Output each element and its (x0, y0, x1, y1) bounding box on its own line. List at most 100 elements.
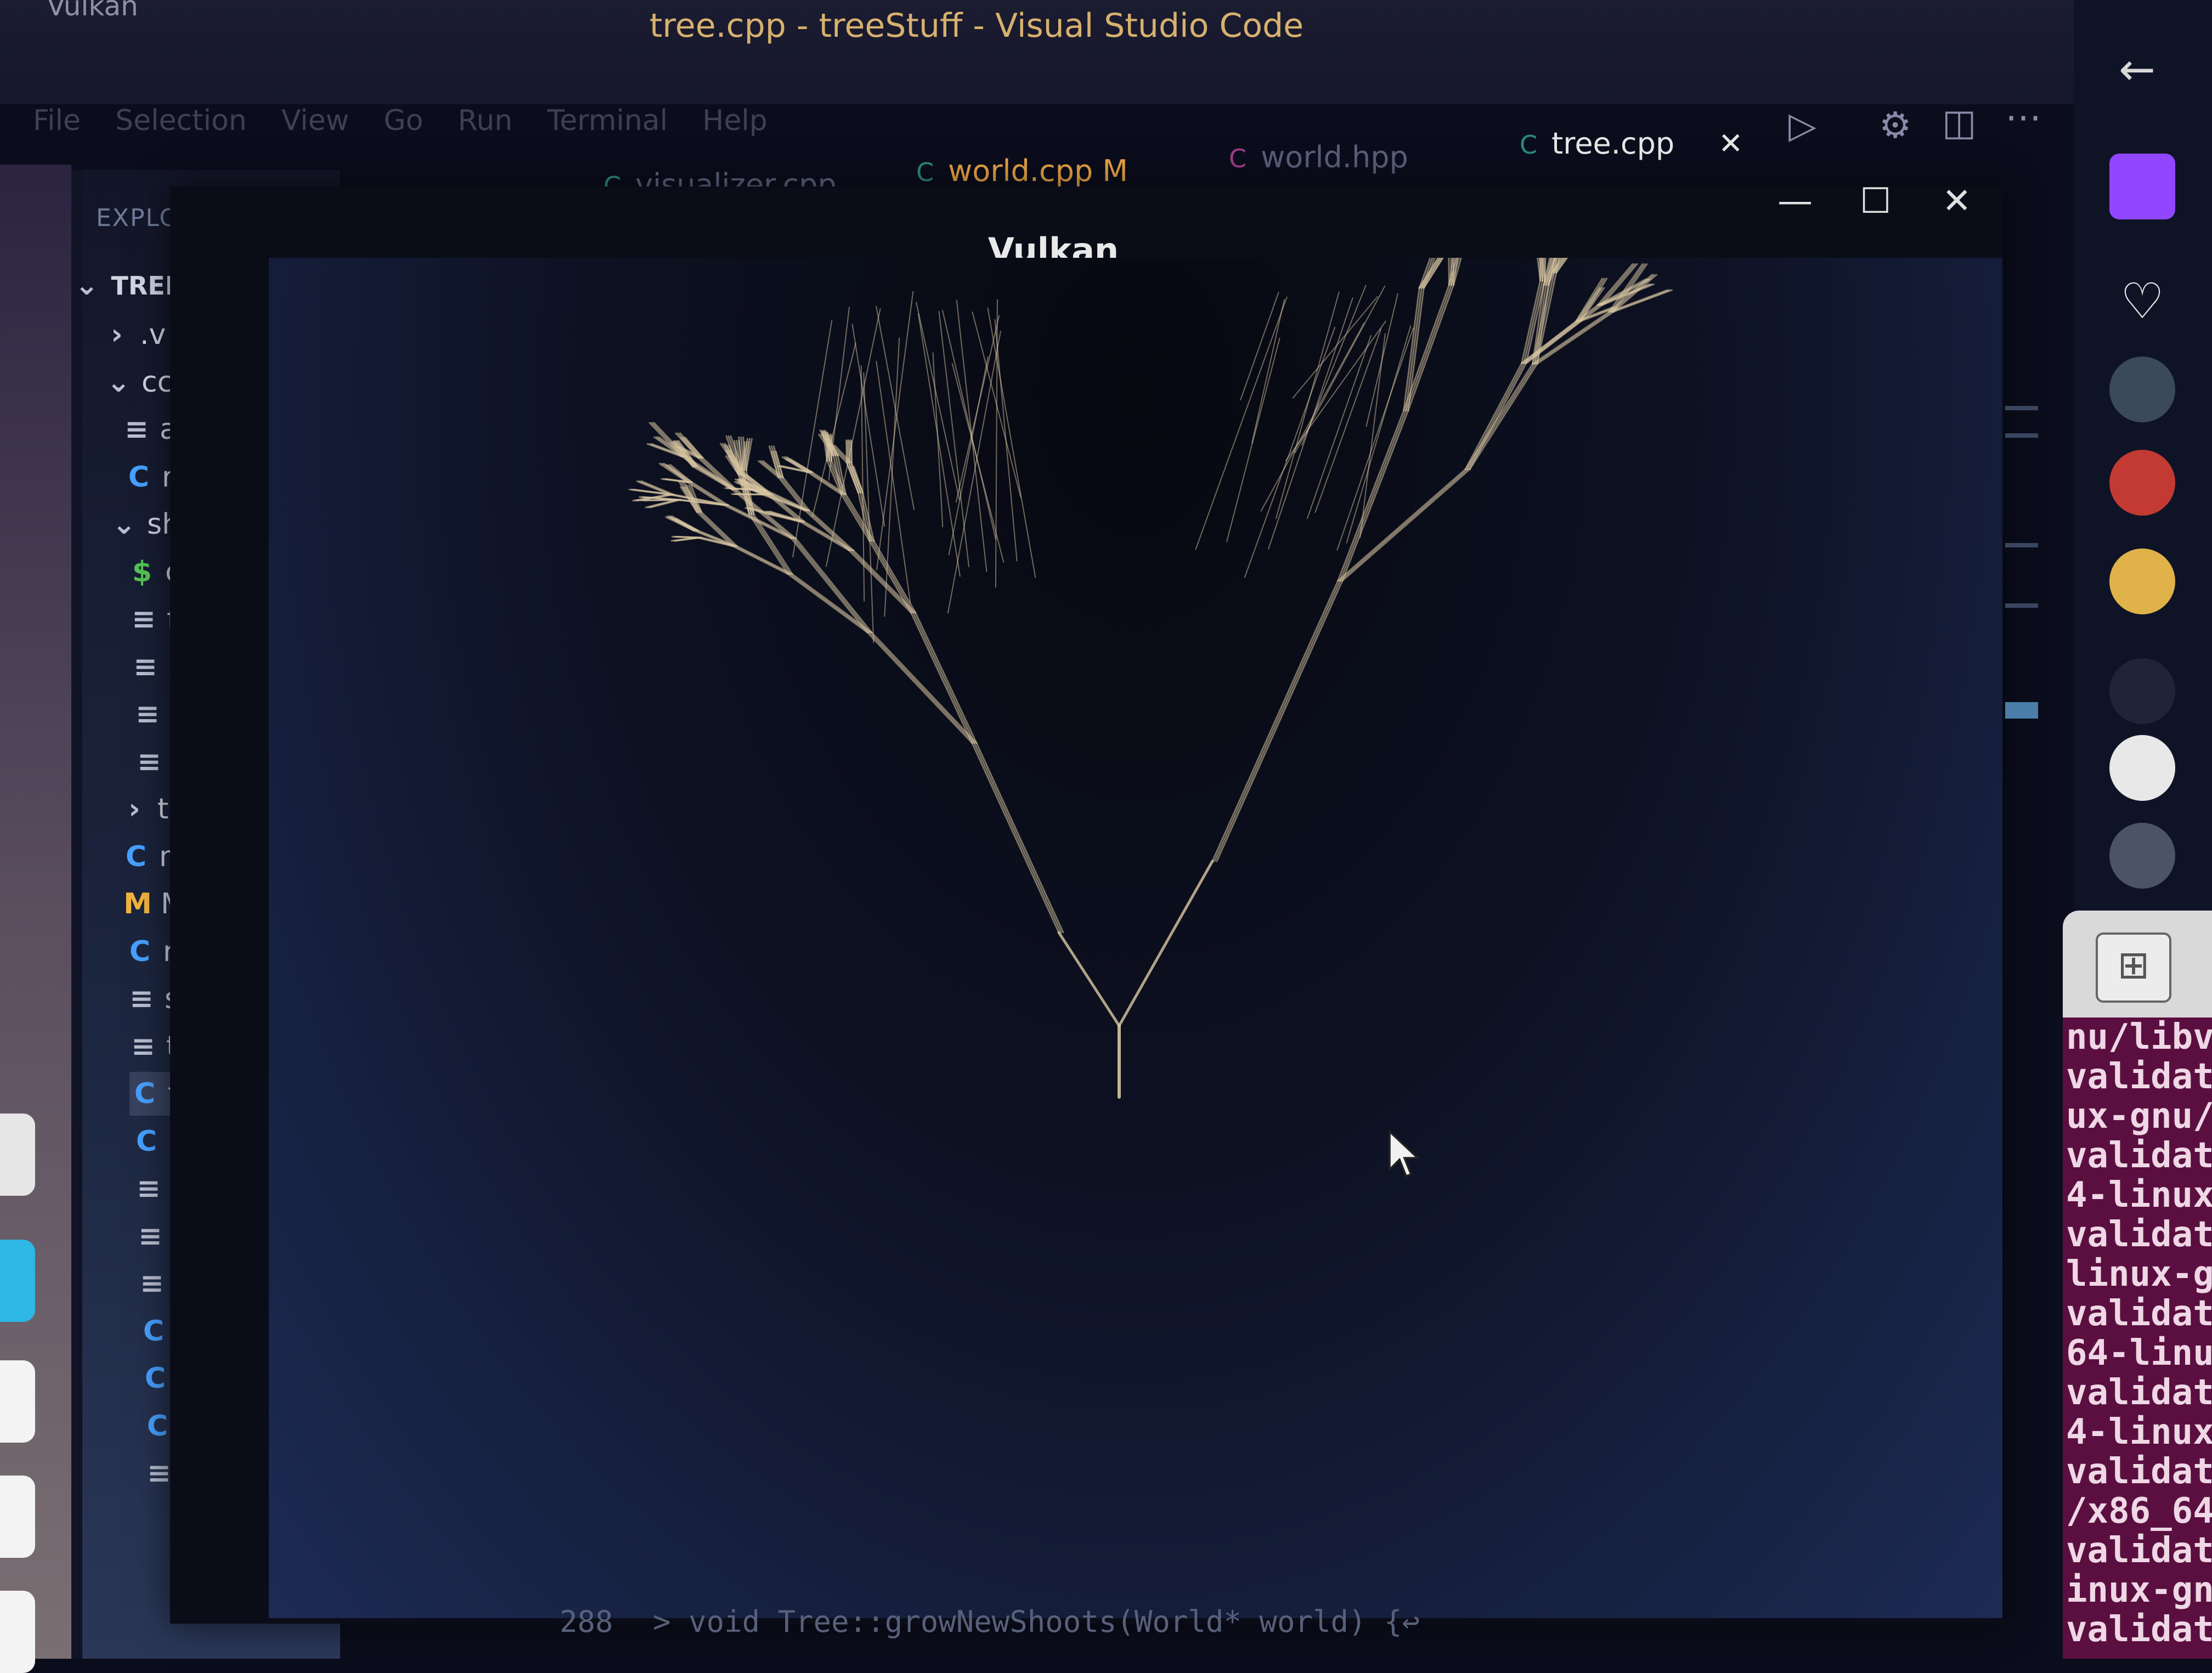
dock-app-tile[interactable] (0, 1240, 35, 1322)
c-file-icon: C (128, 460, 150, 494)
os-dock (0, 165, 71, 1673)
new-tab-button[interactable]: ⊞ (2096, 932, 2171, 1003)
tree-branch (1294, 285, 1386, 454)
channel-avatar[interactable] (2109, 549, 2175, 614)
channel-avatar[interactable] (2109, 357, 2175, 422)
channel-avatar[interactable] (2109, 450, 2175, 516)
menu-selection[interactable]: Selection (115, 104, 247, 137)
terminal-line: 4-linux (2066, 1175, 2212, 1216)
split-editor-icon[interactable]: ◫ (1942, 101, 1976, 144)
gear-icon[interactable]: ⚙ (1879, 104, 1911, 146)
tree-branch (876, 306, 915, 510)
tree-branch (1341, 409, 1409, 582)
chevron-down-icon: ⌄ (106, 365, 131, 399)
terminal-line: validat (2066, 1372, 2212, 1413)
explorer-row[interactable]: ≡ a (121, 408, 177, 451)
tree-branch (1275, 291, 1340, 519)
vulkan-render-canvas[interactable] (269, 95, 2002, 1618)
tree-branch (916, 302, 960, 501)
editor-tab[interactable]: Ctree.cpp ✕ (1520, 126, 1743, 161)
c-file-icon: C (1520, 130, 1538, 160)
twitch-icon[interactable] (2109, 154, 2175, 219)
channel-avatar[interactable] (2109, 735, 2175, 801)
terminal-line: /x86_64 (2066, 1491, 2212, 1531)
editor-tab[interactable]: Cworld.hpp (1229, 140, 1408, 174)
tree-branch (1336, 327, 1414, 551)
close-button[interactable]: ✕ (1942, 181, 1972, 222)
terminal-line: linux-g (2066, 1254, 2212, 1295)
tree-branch (1407, 284, 1454, 411)
tree-branch (1240, 292, 1279, 400)
explorer-row-label: .v (140, 318, 166, 351)
tree-branch (975, 742, 1064, 934)
dock-app-tile[interactable] (0, 1360, 35, 1443)
menu-file[interactable]: File (33, 104, 81, 137)
explorer-row[interactable]: › .v (101, 313, 166, 357)
tree-branch (994, 319, 1018, 562)
run-icon[interactable]: ▷ (1788, 104, 1816, 146)
minimap-mark (2005, 433, 2038, 438)
tree-branch (1244, 326, 1336, 578)
tree-branch (1346, 325, 1412, 544)
chevron-right-icon: › (111, 318, 123, 351)
tree-branch (910, 612, 973, 744)
dock-app-tile[interactable] (0, 1476, 35, 1558)
explorer-row[interactable]: Cr (123, 455, 173, 499)
terminal-line: ux-gnu/ (2066, 1096, 2212, 1137)
channel-avatar[interactable] (2109, 823, 2175, 889)
terminal-line: nu/libv (2066, 1018, 2212, 1058)
explorer-row[interactable]: ⌄ cc (103, 360, 173, 404)
m-file-icon: M (123, 888, 152, 920)
minimize-button[interactable]: — (1778, 181, 1813, 222)
tree-branch (947, 330, 1001, 614)
tree-branch (1118, 860, 1214, 1027)
c-file-icon: C (143, 1314, 165, 1348)
tree-branch (697, 457, 733, 491)
maximize-button[interactable]: ☐ (1860, 181, 1891, 222)
terminal-output[interactable]: nu/libv validat ux-gnu/validat 4-linux valid… (2063, 1018, 2212, 1659)
lines-icon: ≡ (125, 413, 149, 446)
lines-icon: ≡ (136, 698, 160, 731)
more-actions-icon[interactable]: ⋯ (2005, 96, 2041, 138)
tab-label: world.hpp (1261, 140, 1408, 174)
tree-branch (973, 742, 1062, 934)
tree-branch (866, 631, 973, 744)
tree-branch (863, 372, 874, 643)
dock-app-tile[interactable] (0, 1591, 35, 1673)
tree-branch (868, 631, 975, 744)
editor-tab[interactable]: Cworld.cpp M (916, 154, 1128, 188)
channel-avatar[interactable] (2109, 658, 2175, 724)
code-line-hint: 288 > void Tree::growNewShoots(World* wo… (560, 1604, 1420, 1639)
terminal-line: validat (2066, 1056, 2212, 1097)
tree-branch (955, 315, 1000, 503)
minimap-mark (2005, 406, 2038, 410)
tree-branch (1405, 284, 1452, 411)
terminal-line: inux-gn (2066, 1570, 2212, 1610)
tree-branch (1466, 363, 1536, 471)
tree-branch (1057, 931, 1121, 1027)
heart-icon[interactable]: ♡ (2109, 269, 2175, 335)
menu-view[interactable]: View (281, 104, 349, 137)
tree-branch (665, 516, 695, 532)
dock-app-tile[interactable] (0, 1114, 35, 1196)
terminal-line: validat (2066, 1293, 2212, 1334)
tree-branch (1285, 320, 1386, 461)
explorer-row[interactable]: ⌄ sh (109, 502, 180, 546)
back-arrow-icon[interactable]: ← (2119, 44, 2155, 95)
tree-branch (1536, 311, 1615, 365)
tab-label: world.cpp M (948, 154, 1128, 188)
lines-icon: ≡ (137, 745, 161, 778)
tree-branch (1314, 328, 1382, 513)
chevron-down-icon: ⌄ (112, 508, 136, 541)
tree-branch (1407, 287, 1425, 411)
chevron-right-icon: › (128, 793, 140, 826)
c-file-icon: C (1229, 144, 1247, 173)
close-tab-icon[interactable]: ✕ (1718, 126, 1743, 161)
tree-branch (1447, 180, 1450, 286)
tree-branch (1195, 296, 1288, 550)
explorer-root[interactable]: ⌄ TREE (71, 263, 182, 307)
lines-icon: ≡ (137, 1172, 161, 1205)
c-file-icon: C (134, 1077, 156, 1110)
minimap-mark (2005, 543, 2038, 547)
terminal-line: validat (2066, 1214, 2212, 1255)
